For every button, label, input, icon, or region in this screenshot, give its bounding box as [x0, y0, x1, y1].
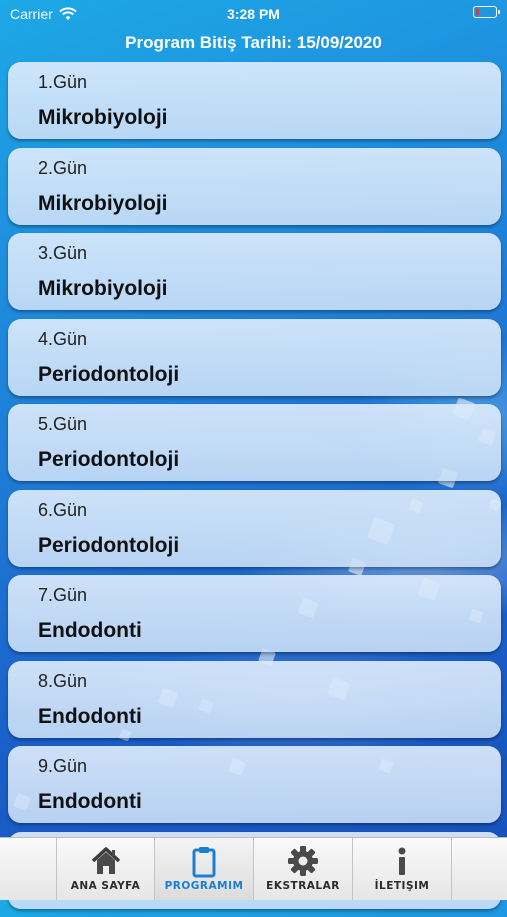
program-end-date-title: Program Bitiş Tarihi: 15/09/2020	[125, 33, 382, 52]
day-item-1[interactable]: 1.Gün Mikrobiyoloji	[8, 62, 501, 139]
tab-label: Programim	[164, 880, 244, 892]
day-topic: Endodonti	[38, 619, 142, 642]
tab-bar: Ana Sayfa Programim Ekstralar İletişim	[0, 837, 507, 900]
day-item-7[interactable]: 7.Gün Endodonti	[8, 575, 501, 652]
status-bar: Carrier 3:28 PM	[0, 0, 507, 28]
day-topic: Endodonti	[38, 704, 142, 728]
clock: 3:28 PM	[227, 6, 280, 22]
info-icon	[398, 847, 406, 875]
tab-iletisim[interactable]: İletişim	[353, 838, 452, 900]
day-label: 8.Gün	[38, 670, 88, 691]
day-item-4[interactable]: 4.Gün Periodontoloji	[8, 318, 501, 396]
day-item-8[interactable]: 8.Gün Endodonti	[8, 660, 501, 738]
day-topic: Endodonti	[38, 790, 142, 813]
day-label: 3.Gün	[38, 243, 88, 263]
day-label: 1.Gün	[38, 72, 88, 92]
day-list: 1.Gün Mikrobiyoloji 2.Gün Mikrobiyoloji …	[8, 62, 501, 917]
day-label: 6.Gün	[38, 499, 88, 520]
day-topic: Mikrobiyoloji	[38, 106, 168, 129]
day-topic: Mikrobiyoloji	[38, 277, 168, 300]
day-item-9[interactable]: 9.Gün Endodonti	[8, 746, 501, 823]
battery-level	[476, 9, 479, 15]
tab-label: Ana Sayfa	[70, 880, 141, 892]
day-item-5[interactable]: 5.Gün Periodontoloji	[8, 404, 501, 481]
day-label: 7.Gün	[38, 585, 88, 605]
day-label: 9.Gün	[38, 756, 88, 776]
tab-label: Ekstralar	[266, 880, 340, 892]
home-icon	[91, 847, 120, 874]
day-topic: Periodontoloji	[38, 448, 180, 471]
tab-programim[interactable]: Programim	[155, 838, 254, 900]
clipboard-icon	[192, 847, 216, 878]
tab-ekstralar[interactable]: Ekstralar	[254, 838, 353, 900]
day-label: 5.Gün	[38, 414, 88, 434]
day-item-6[interactable]: 6.Gün Periodontoloji	[8, 489, 501, 567]
day-label: 2.Gün	[38, 157, 88, 178]
day-label: 4.Gün	[38, 328, 88, 349]
tab-label: İletişim	[374, 880, 430, 892]
day-item-3[interactable]: 3.Gün Mikrobiyoloji	[8, 233, 501, 310]
day-item-2[interactable]: 2.Gün Mikrobiyoloji	[8, 147, 501, 225]
gear-icon	[288, 846, 318, 876]
day-topic: Mikrobiyoloji	[38, 191, 168, 215]
day-topic: Periodontoloji	[38, 533, 180, 557]
battery-icon	[473, 6, 500, 18]
day-topic: Periodontoloji	[38, 362, 180, 386]
tab-ana-sayfa[interactable]: Ana Sayfa	[56, 838, 155, 900]
